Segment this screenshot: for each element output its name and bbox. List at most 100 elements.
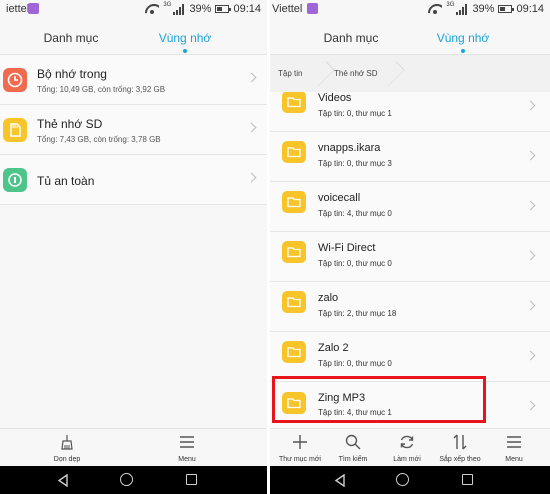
battery-percent: 39% — [189, 3, 212, 15]
sd-card-icon — [3, 118, 27, 142]
wifi-icon — [428, 4, 442, 15]
tab-storage[interactable]: Vùng nhớ — [418, 31, 508, 53]
folder-row-zing-mp3[interactable]: Zing MP3 Tập tin: 4, thư mục 1 — [270, 382, 550, 428]
folder-name: vnapps.ikara — [318, 142, 381, 154]
folder-icon — [282, 191, 306, 213]
storage-item-internal[interactable]: Bộ nhớ trong Tổng: 10,49 GB, còn trống: … — [0, 55, 267, 105]
battery-icon — [215, 5, 232, 13]
breadcrumb-separator — [320, 55, 321, 92]
folder-icon — [282, 141, 306, 163]
sort-button[interactable]: Sắp xếp theo — [433, 433, 487, 463]
menu-label: Menu — [178, 456, 196, 463]
refresh-label: Làm mới — [393, 456, 421, 463]
refresh-button[interactable]: Làm mới — [380, 433, 434, 463]
status-bar: iettel 3G 39% 09:14 — [0, 0, 267, 19]
folder-info: Tập tin: 0, thư mục 3 — [318, 159, 392, 168]
wifi-icon — [145, 4, 159, 15]
breadcrumb: Tập tin Thẻ nhớ SD — [270, 55, 550, 92]
clock-time: 09:14 — [233, 3, 261, 15]
status-bar: Viettel 3G 39% 09:14 — [270, 0, 550, 19]
battery-icon — [498, 5, 515, 13]
app-notification-icon — [307, 3, 318, 14]
clean-button[interactable]: Dọn dẹp — [40, 433, 94, 463]
bottom-toolbar: Dọn dẹp Menu — [0, 428, 267, 466]
folder-name: Zing MP3 — [318, 392, 366, 404]
folder-row-zalo-2[interactable]: Zalo 2 Tập tin: 0, thư mục 0 — [270, 332, 550, 382]
folder-row-vnapps-ikara[interactable]: vnapps.ikara Tập tin: 0, thư mục 3 — [270, 132, 550, 182]
sort-label: Sắp xếp theo — [439, 456, 481, 463]
tab-bar: Danh mục Vùng nhớ — [270, 19, 550, 55]
folder-name: zalo — [318, 292, 339, 304]
system-nav-bar — [0, 466, 267, 494]
refresh-icon — [400, 435, 414, 449]
folder-icon — [282, 241, 306, 263]
storage-screen: iettel 3G 39% 09:14 Danh mục Vùng nhớ Bộ… — [0, 0, 267, 494]
search-icon — [345, 434, 361, 450]
folder-row-videos[interactable]: Videos Tập tin: 0, thư mục 1 — [270, 92, 550, 132]
system-nav-bar — [270, 466, 550, 494]
chevron-right-icon — [525, 100, 536, 111]
chevron-right-icon — [246, 72, 257, 83]
home-icon[interactable] — [120, 473, 133, 486]
storage-item-title: Bộ nhớ trong — [37, 67, 107, 81]
chevron-right-icon — [525, 400, 536, 411]
carrier-label: iettel — [6, 3, 30, 15]
folder-info: Tập tin: 4, thư mục 0 — [318, 209, 392, 218]
search-button[interactable]: Tìm kiếm — [326, 433, 380, 463]
signal-icon — [456, 3, 468, 15]
chevron-right-icon — [525, 250, 536, 261]
recent-apps-icon[interactable] — [186, 474, 197, 485]
folder-name: voicecall — [318, 192, 361, 204]
back-icon[interactable] — [334, 474, 346, 487]
breadcrumb-separator — [390, 55, 391, 92]
folder-info: Tập tin: 4, thư mục 1 — [318, 408, 392, 417]
recent-apps-icon[interactable] — [462, 474, 473, 485]
folder-info: Tập tin: 0, thư mục 0 — [318, 259, 392, 268]
storage-item-subtitle: Tổng: 10,49 GB, còn trống: 3,92 GB — [37, 85, 166, 94]
breadcrumb-sd-card[interactable]: Thẻ nhớ SD — [334, 69, 378, 78]
chevron-right-icon — [525, 150, 536, 161]
storage-item-title: Tủ an toàn — [37, 174, 95, 188]
folder-name: Zalo 2 — [318, 342, 349, 354]
folder-info: Tập tin: 0, thư mục 0 — [318, 359, 392, 368]
safe-icon — [3, 168, 27, 192]
storage-item-title: Thẻ nhớ SD — [37, 117, 103, 131]
tab-bar: Danh mục Vùng nhớ — [0, 19, 267, 55]
search-label: Tìm kiếm — [338, 456, 368, 463]
folder-name: Wi-Fi Direct — [318, 242, 376, 254]
folder-info: Tập tin: 0, thư mục 1 — [318, 109, 392, 118]
tab-categories[interactable]: Danh mục — [26, 31, 116, 45]
chevron-right-icon — [525, 200, 536, 211]
menu-icon — [180, 436, 194, 448]
menu-button[interactable]: Menu — [487, 433, 541, 463]
home-icon[interactable] — [396, 473, 409, 486]
new-folder-button[interactable]: Thư mục mới — [273, 433, 327, 463]
broom-icon — [61, 435, 73, 450]
back-icon[interactable] — [57, 474, 69, 487]
plus-icon — [293, 435, 307, 449]
network-type: 3G — [446, 2, 455, 8]
breadcrumb-files[interactable]: Tập tin — [278, 69, 302, 78]
clean-label: Dọn dẹp — [53, 456, 81, 463]
sort-icon — [453, 434, 467, 450]
folder-icon — [282, 92, 306, 113]
storage-item-sd-card[interactable]: Thẻ nhớ SD Tổng: 7,43 GB, còn trống: 3,7… — [0, 105, 267, 155]
chevron-right-icon — [525, 300, 536, 311]
new-folder-label: Thư mục mới — [279, 456, 321, 463]
clock-time: 09:14 — [516, 3, 544, 15]
clock-icon — [3, 68, 27, 92]
tab-storage[interactable]: Vùng nhớ — [140, 31, 230, 53]
folder-row-voicecall[interactable]: voicecall Tập tin: 4, thư mục 0 — [270, 182, 550, 232]
chevron-right-icon — [525, 350, 536, 361]
storage-item-subtitle: Tổng: 7,43 GB, còn trống: 3,78 GB — [37, 135, 161, 144]
storage-item-safe[interactable]: Tủ an toàn — [0, 155, 267, 205]
folder-row-zalo[interactable]: zalo Tập tin: 2, thư mục 18 — [270, 282, 550, 332]
tab-categories[interactable]: Danh mục — [306, 31, 396, 45]
app-notification-icon — [28, 3, 39, 14]
network-type: 3G — [163, 2, 172, 8]
menu-button[interactable]: Menu — [160, 433, 214, 463]
folder-row-wifi-direct[interactable]: Wi-Fi Direct Tập tin: 0, thư mục 0 — [270, 232, 550, 282]
menu-label: Menu — [505, 456, 523, 463]
folder-icon — [282, 392, 306, 414]
chevron-right-icon — [246, 122, 257, 133]
